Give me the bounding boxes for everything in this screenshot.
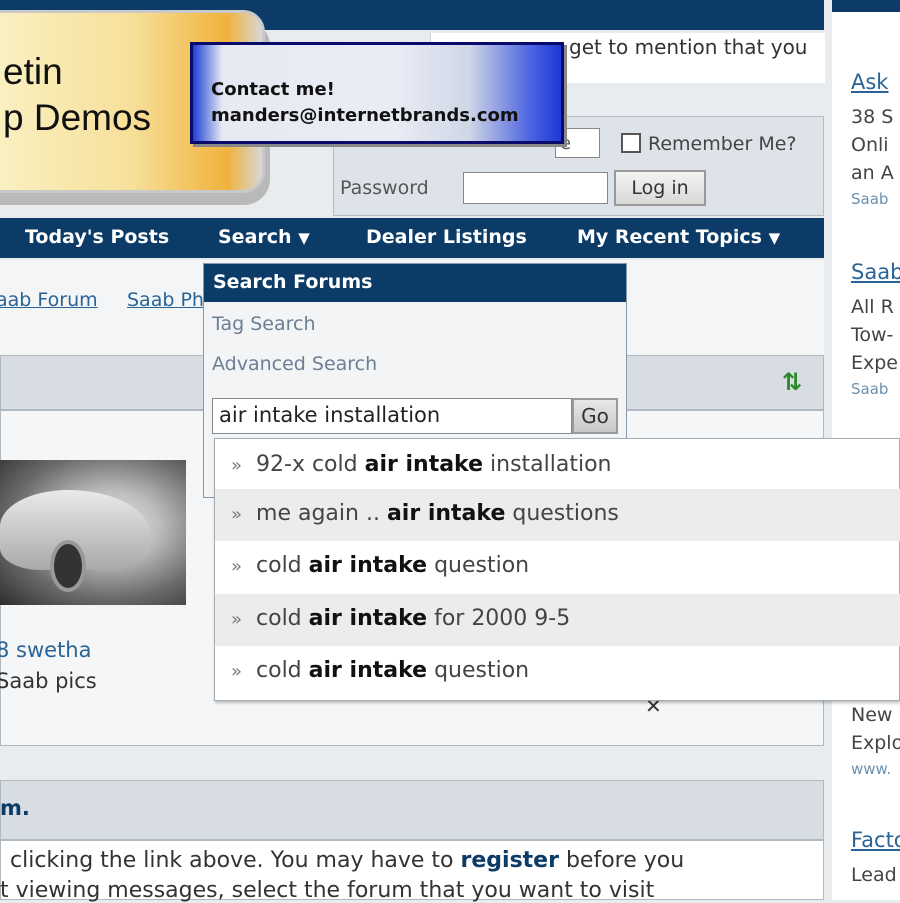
sidebar-ad2-line: All R	[851, 296, 894, 318]
contact-card: Contact me! manders@internetbrands.com	[190, 42, 564, 144]
sidebar-ad1-line: 38 S	[851, 106, 894, 128]
logo-line2: p Demos	[3, 97, 152, 138]
nav-search[interactable]: Search ▼	[218, 226, 310, 248]
chevron-right-icon: »	[231, 504, 243, 525]
chevron-right-icon: »	[231, 455, 243, 476]
remember-me-label: Remember Me?	[648, 133, 797, 155]
sidebar-ad4-title[interactable]: Facto	[851, 828, 900, 852]
suggestion-text: for 2000 9-5	[427, 606, 571, 631]
sidebar-ad3-line: Explo	[851, 732, 900, 754]
search-dropdown-title: Search Forums	[204, 264, 626, 302]
suggestion-match: air intake	[364, 452, 484, 477]
car-wheel	[50, 540, 86, 592]
gallery-user-link[interactable]: 8 swetha	[0, 638, 91, 662]
autocomplete-item[interactable]: » me again .. air intake questions	[215, 489, 900, 541]
suggestion-text: installation	[483, 452, 612, 477]
suggestion-match: air intake	[308, 658, 428, 683]
suggestion-text: 92-x cold	[256, 452, 365, 477]
login-button[interactable]: Log in	[614, 170, 706, 206]
search-input[interactable]: air intake installation	[212, 398, 572, 434]
nav-recent-topics[interactable]: My Recent Topics ▼	[577, 226, 780, 248]
remember-me-checkbox[interactable]	[621, 133, 641, 153]
sidebar-ad2-line: Expe	[851, 352, 898, 374]
sidebar-ad1-line: Onli	[851, 134, 889, 156]
contact-line1: Contact me!	[211, 79, 335, 100]
nav-recent-topics-label: My Recent Topics	[577, 226, 762, 248]
contact-email: manders@internetbrands.com	[211, 105, 519, 126]
welcome-text-line1: clicking the link above. You may have to…	[10, 848, 684, 873]
password-label: Password	[340, 177, 429, 199]
sidebar-top-bar	[832, 0, 900, 12]
logo-line1: etin	[3, 51, 63, 92]
go-button[interactable]: Go	[572, 398, 618, 434]
autocomplete-item[interactable]: » cold air intake for 2000 9-5	[215, 594, 900, 646]
upload-icon[interactable]: ⇅	[782, 368, 802, 396]
nav-search-label: Search	[218, 226, 292, 248]
sidebar-ad2-title[interactable]: Saab	[851, 260, 900, 284]
breadcrumb-link-forum[interactable]: aab Forum	[0, 289, 98, 311]
advanced-search-link[interactable]: Advanced Search	[212, 353, 377, 375]
suggestion-text: question	[427, 658, 530, 683]
suggestion-match: air intake	[308, 606, 428, 631]
sidebar-ad2-url[interactable]: Saab	[851, 380, 888, 398]
suggestion-match: air intake	[308, 553, 428, 578]
header-notice-text: get to mention that you	[569, 35, 808, 59]
sidebar-ad1-title[interactable]: Ask	[851, 70, 888, 94]
sidebar-ad1-url[interactable]: Saab	[851, 190, 888, 208]
register-link[interactable]: register	[461, 848, 559, 873]
suggestion-text: question	[427, 553, 530, 578]
sidebar-ad3-url[interactable]: www.	[851, 760, 891, 778]
password-field[interactable]	[463, 172, 608, 204]
chevron-down-icon: ▼	[768, 229, 781, 247]
suggestion-text: me again ..	[256, 501, 387, 526]
sidebar-ad3-line: New	[851, 704, 893, 726]
suggestion-text: cold	[256, 553, 309, 578]
chevron-right-icon: »	[231, 609, 243, 630]
suggestion-text: cold	[256, 606, 309, 631]
nav-dealer-listings[interactable]: Dealer Listings	[366, 226, 527, 248]
suggestion-text: cold	[256, 658, 309, 683]
tag-search-link[interactable]: Tag Search	[212, 313, 315, 335]
chevron-down-icon: ▼	[298, 229, 310, 247]
autocomplete-item[interactable]: » 92-x cold air intake installation	[215, 440, 900, 492]
welcome-text-part: clicking the link above. You may have to	[10, 848, 461, 873]
autocomplete-item[interactable]: » cold air intake question	[215, 646, 900, 698]
suggestion-text: questions	[505, 501, 619, 526]
welcome-text-part: before you	[558, 848, 685, 873]
sidebar-ad1-line: an A	[851, 162, 894, 184]
chevron-right-icon: »	[231, 556, 243, 577]
welcome-text-line2: t viewing messages, select the forum tha…	[0, 878, 655, 903]
sidebar-ad2-line: Tow-	[851, 324, 894, 346]
autocomplete-item[interactable]: » cold air intake question	[215, 541, 900, 593]
welcome-title: m.	[0, 796, 30, 820]
nav-todays-posts[interactable]: Today's Posts	[25, 226, 169, 248]
gallery-subtitle: Saab pics	[0, 669, 97, 693]
sidebar-ad4-line: Lead	[851, 864, 897, 886]
breadcrumb-link-photos[interactable]: Saab Ph	[127, 289, 204, 311]
suggestion-match: air intake	[386, 501, 506, 526]
chevron-right-icon: »	[231, 661, 243, 682]
welcome-header	[0, 780, 824, 840]
